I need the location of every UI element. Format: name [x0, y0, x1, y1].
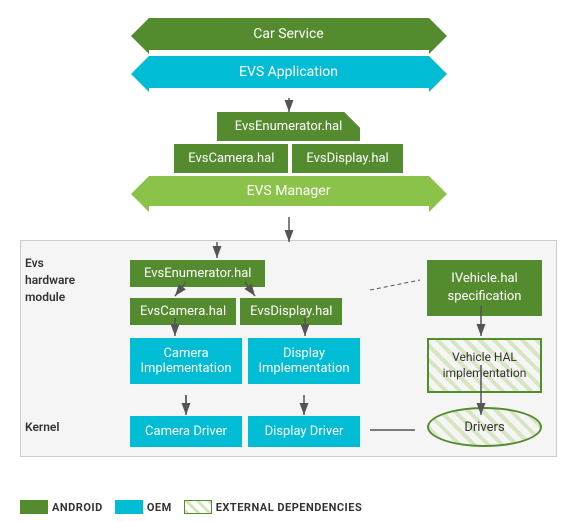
android-swatch [20, 500, 48, 514]
evs-camera-hal-inner: EvsCamera.hal [130, 298, 236, 325]
legend: ANDROID OEM EXTERNAL DEPENDENCIES [20, 500, 557, 514]
legend-oem: OEM [115, 500, 172, 514]
android-label: ANDROID [52, 501, 103, 514]
evs-enumerator-hal-inner: EvsEnumerator.hal [130, 260, 265, 287]
camera-driver: Camera Driver [130, 416, 242, 447]
oem-swatch [115, 500, 143, 514]
legend-android: ANDROID [20, 500, 103, 514]
drivers-oval: Drivers [427, 407, 542, 447]
external-swatch [184, 500, 212, 514]
evs-manager-bar: EVS Manager [149, 176, 429, 206]
evs-camera-hal-top: EvsCamera.hal [174, 144, 288, 173]
car-service-bar: Car Service [149, 18, 429, 50]
oem-label: OEM [147, 501, 172, 514]
evs-hw-label: Evs hardware module [25, 255, 85, 305]
kernel-label: Kernel [25, 420, 60, 434]
evs-display-hal-inner: EvsDisplay.hal [240, 298, 342, 325]
ivehicle-hal-box: IVehicle.hal specification [427, 260, 542, 316]
evs-enumerator-hal-top: EvsEnumerator.hal [217, 112, 360, 141]
camera-implementation: Camera Implementation [130, 338, 242, 384]
vehicle-hal-impl: Vehicle HAL implementation [427, 338, 542, 393]
external-label: EXTERNAL DEPENDENCIES [216, 501, 363, 514]
inner-hal-row: EvsCamera.hal EvsDisplay.hal [130, 298, 342, 325]
evs-display-hal-top: EvsDisplay.hal [292, 144, 402, 173]
evs-app-bar: EVS Application [149, 56, 429, 88]
diagram-container: Car Service EVS Application EvsEnumerato… [0, 0, 577, 522]
display-implementation: Display Implementation [248, 338, 360, 384]
display-driver: Display Driver [248, 416, 360, 447]
legend-external: EXTERNAL DEPENDENCIES [184, 500, 363, 514]
